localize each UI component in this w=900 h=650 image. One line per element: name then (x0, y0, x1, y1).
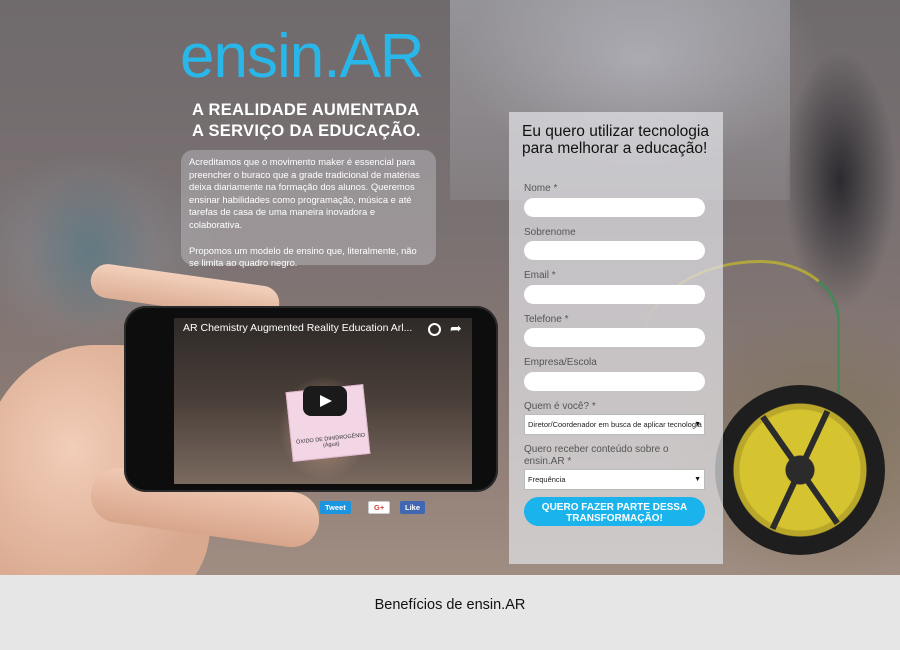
facebook-like-button[interactable]: Like (400, 501, 426, 514)
sobrenome-label: Sobrenome (524, 227, 576, 238)
quem-select[interactable]: Diretor/Coordenador em busca de aplicar … (524, 414, 705, 435)
sobrenome-input[interactable] (524, 241, 705, 260)
tweet-button[interactable]: Tweet (320, 501, 351, 514)
telefone-label: Telefone * (524, 314, 569, 325)
video-title[interactable]: AR Chemistry Augmented Reality Education… (183, 322, 423, 334)
nome-label: Nome * (524, 183, 558, 194)
google-plus-button[interactable]: G+ (368, 501, 391, 514)
tagline-line-1: A REALIDADE AUMENTADA (192, 101, 420, 119)
conteudo-label: Quero receber conteúdo sobre o ensin.AR … (524, 444, 669, 467)
empresa-input[interactable] (524, 372, 705, 391)
select-arrow-icon: ▼ (694, 421, 701, 428)
empresa-label: Empresa/Escola (524, 357, 597, 368)
share-icon[interactable]: ➦ (450, 321, 462, 335)
conteudo-select[interactable]: Frequência ▼ (524, 469, 705, 490)
play-button[interactable] (303, 386, 347, 416)
email-label: Email * (524, 270, 556, 281)
quem-label: Quem é você? * (524, 401, 596, 412)
submit-button[interactable]: QUERO FAZER PARTE DESSA TRANSFORMAÇÃO! (524, 497, 705, 526)
intro-box: Acreditamos que o movimento maker é esse… (181, 150, 436, 268)
select-arrow-icon: ▼ (694, 476, 701, 483)
tagline-line-2: A SERVIÇO DA EDUCAÇÃO. (192, 122, 421, 140)
intro-paragraph-1: Acreditamos que o movimento maker é esse… (189, 156, 420, 230)
nome-input[interactable] (524, 198, 705, 217)
form-title: Eu quero utilizar tecnologia para melhor… (522, 123, 709, 157)
email-input[interactable] (524, 285, 705, 304)
tagline: A REALIDADE AUMENTADA A SERVIÇO DA EDUCA… (192, 100, 421, 142)
telefone-input[interactable] (524, 328, 705, 347)
clock-icon[interactable] (428, 323, 441, 336)
logo: ensin.AR (180, 22, 425, 91)
benefits-title: Benefícios de ensin.AR (374, 597, 526, 613)
